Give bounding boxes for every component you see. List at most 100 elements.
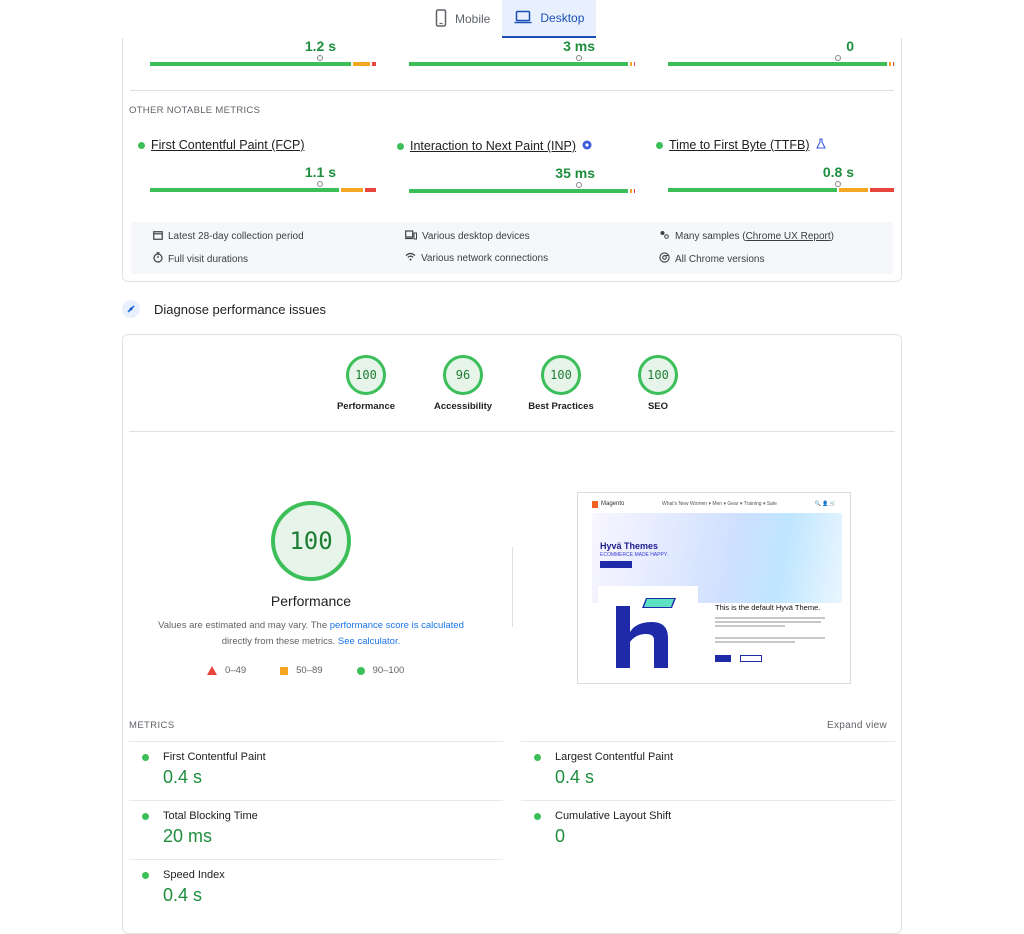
poor-segment: [633, 62, 635, 66]
hyva-logo: [598, 586, 698, 674]
metric-value: 1.2 s: [304, 38, 336, 54]
gauge-performance[interactable]: 100 Performance: [326, 355, 406, 412]
thumb-button-secondary: [740, 655, 762, 662]
metric-total-blocking-time: Total Blocking Time 20 ms: [142, 810, 258, 847]
thumb-text-line: [715, 625, 785, 627]
thumb-text-line: [715, 617, 825, 619]
good-dot-icon: [142, 871, 149, 879]
legend-good: 90–100: [356, 665, 404, 676]
tab-mobile-label: Mobile: [455, 12, 491, 26]
metric-value: 0.8 s: [822, 164, 854, 180]
metric-ttfb-link[interactable]: Time to First Byte (TTFB): [669, 138, 810, 152]
stopwatch-icon: [153, 252, 163, 266]
poor-segment: [371, 62, 376, 66]
visit-durations: Full visit durations: [153, 252, 248, 266]
chrome-ux-report-link[interactable]: Chrome UX Report: [746, 231, 831, 242]
divider: [521, 741, 895, 742]
percentile-marker: [316, 55, 323, 61]
score-ring: 96: [443, 355, 483, 395]
metric-inp-link[interactable]: Interaction to Next Paint (INP): [410, 139, 576, 153]
metric-value: 0: [846, 38, 854, 54]
chrome-icon: [659, 252, 670, 266]
divider: [521, 800, 895, 801]
thumb-button-primary: [715, 655, 731, 662]
field-data-card: 1.2 s 3 ms 0 OTHER NOTABLE METRICS First…: [122, 38, 902, 282]
samples-info: Many samples (Chrome UX Report): [659, 230, 834, 243]
flask-icon[interactable]: [815, 138, 826, 152]
distribution-bar: [668, 62, 894, 66]
metric-bar-inp2: 35 ms: [409, 165, 635, 193]
thumb-nav: Magento What's New Women ▾ Men ▾ Gear ▾ …: [592, 499, 836, 509]
vertical-separator: [512, 547, 513, 627]
divider: [129, 859, 503, 860]
percentile-marker: [316, 181, 323, 187]
metric-fcp-link[interactable]: First Contentful Paint (FCP): [151, 138, 305, 152]
good-segment: [150, 188, 339, 192]
laptop-icon: [514, 10, 532, 27]
legend-poor: 0–49: [207, 665, 246, 676]
thumb-hero-button: [600, 561, 632, 568]
percentile-marker: [834, 55, 841, 61]
phone-icon: [435, 8, 447, 30]
good-dot-icon: [656, 141, 663, 149]
score-legend: 0–49 50–89 90–100: [207, 665, 404, 676]
metric-value: 20 ms: [163, 826, 213, 846]
good-dot-icon: [534, 812, 541, 820]
lighthouse-card: 100 Performance 96 Accessibility 100 Bes…: [122, 334, 902, 934]
metric-value: 35 ms: [555, 165, 595, 181]
chrome-versions: All Chrome versions: [659, 252, 764, 266]
gauge-accessibility[interactable]: 96 Accessibility: [423, 355, 503, 412]
gauge-label: Accessibility: [433, 401, 493, 412]
collection-info: Latest 28-day collection period Full vis…: [131, 222, 893, 274]
good-segment: [150, 62, 351, 66]
poor-segment: [364, 188, 376, 192]
metric-inp-header: Interaction to Next Paint (INP): [397, 139, 592, 153]
thumb-text-line: [715, 641, 795, 643]
metric-cumulative-layout-shift: Cumulative Layout Shift 0: [534, 810, 671, 847]
good-segment: [409, 189, 628, 193]
distribution-bar: [409, 62, 635, 66]
thumb-hero-subtitle: ECOMMERCE MADE HAPPY.: [600, 552, 668, 558]
poor-segment: [633, 189, 635, 193]
metric-speed-index: Speed Index 0.4 s: [142, 869, 225, 906]
good-dot-icon: [142, 812, 149, 820]
info-badge-icon[interactable]: [582, 139, 592, 153]
tab-desktop-label: Desktop: [540, 11, 585, 25]
score-note: Values are estimated and may vary. The p…: [158, 620, 464, 647]
score-calculated-link[interactable]: performance score is calculated: [330, 620, 464, 631]
metric-largest-contentful-paint: Largest Contentful Paint 0.4 s: [534, 751, 673, 788]
circle-icon: [356, 666, 365, 675]
wifi-icon: [405, 252, 416, 264]
average-segment: [629, 189, 632, 193]
divider: [130, 90, 894, 91]
tab-desktop[interactable]: Desktop: [502, 0, 597, 38]
divider: [129, 431, 895, 432]
poor-segment: [869, 188, 894, 192]
metric-fcp-header: First Contentful Paint (FCP): [138, 138, 305, 152]
good-segment: [668, 62, 887, 66]
gauge-label: Best Practices: [528, 401, 594, 412]
diagnose-title: Diagnose performance issues: [154, 301, 326, 317]
average-segment: [888, 62, 891, 66]
metric-bar-fcp: 1.1 s: [150, 164, 376, 192]
thumb-hero-title: Hyvä Themes: [600, 541, 659, 551]
tab-mobile[interactable]: Mobile: [423, 0, 502, 38]
metric-value: 0.4 s: [163, 885, 203, 905]
expand-view-toggle[interactable]: Expand view: [827, 720, 887, 731]
metrics-heading: METRICS: [129, 720, 175, 731]
gauge-seo[interactable]: 100 SEO: [618, 355, 698, 412]
gauge-best-practices[interactable]: 100 Best Practices: [521, 355, 601, 412]
divider: [129, 800, 503, 801]
see-calculator-link[interactable]: See calculator.: [338, 636, 400, 647]
collection-period: Latest 28-day collection period: [153, 230, 304, 243]
divider: [129, 741, 503, 742]
thumb-text-line: [715, 637, 825, 639]
metric-value: 0.4 s: [163, 767, 203, 787]
device-tabs: Mobile Desktop: [423, 0, 597, 38]
performance-score-gauge: 100: [271, 501, 351, 581]
average-segment: [340, 188, 363, 192]
page-screenshot-thumbnail[interactable]: Magento What's New Women ▾ Men ▾ Gear ▾ …: [577, 492, 851, 684]
calendar-icon: [153, 230, 163, 243]
metric-first-contentful-paint: First Contentful Paint 0.4 s: [142, 751, 266, 788]
people-icon: [659, 230, 670, 243]
